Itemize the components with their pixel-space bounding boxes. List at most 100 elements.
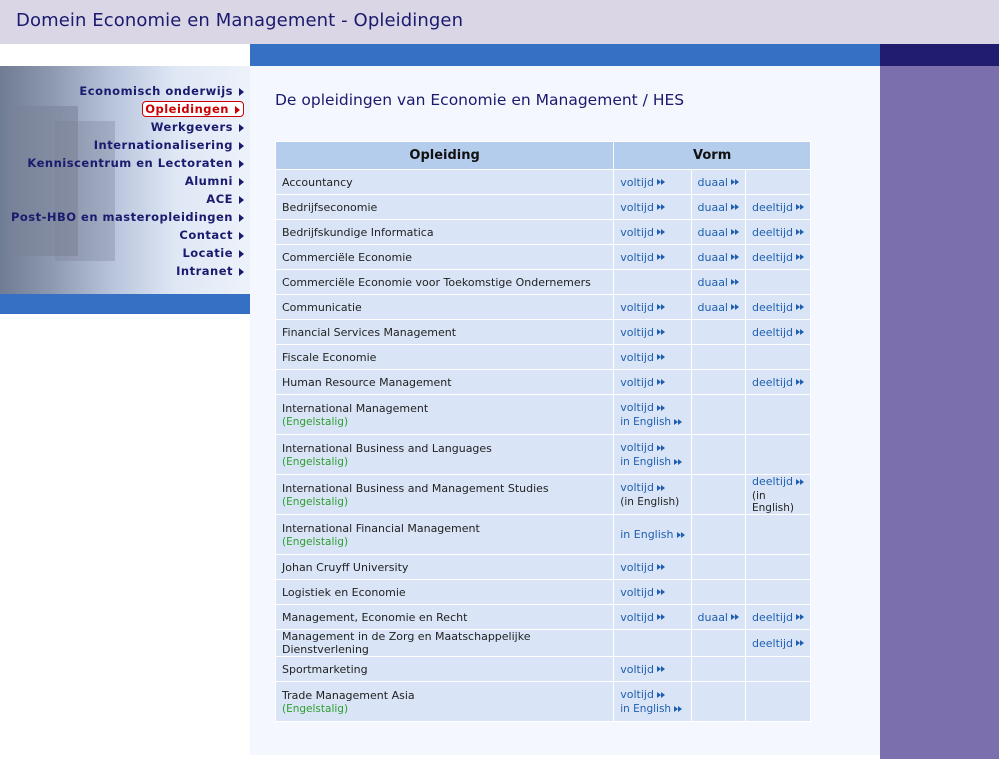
vorm-cell: deeltijd bbox=[745, 219, 811, 245]
programme-form-link[interactable]: duaal bbox=[697, 275, 739, 289]
table-row: Accountancy voltijd duaal bbox=[274, 169, 811, 195]
nav-item-post-hbo-en-masteropleidingen[interactable]: Post-HBO en masteropleidingen bbox=[11, 208, 244, 226]
nav-item-label: Intranet bbox=[176, 264, 233, 278]
programme-form-link[interactable]: duaal bbox=[698, 251, 739, 264]
sub-link-wrapper: in English bbox=[620, 703, 684, 715]
vorm-cell: voltijd bbox=[613, 219, 692, 245]
vorm-cell bbox=[690, 656, 746, 682]
programme-name-cell: Commerciële Economie voor Toekomstige On… bbox=[274, 269, 615, 295]
programme-form-link[interactable]: voltijd bbox=[620, 351, 665, 364]
vorm-cell: in English bbox=[613, 514, 692, 555]
link-label: voltijd bbox=[620, 225, 654, 239]
nav-item-intranet[interactable]: Intranet bbox=[11, 262, 244, 280]
programme-form-link[interactable]: duaal bbox=[697, 175, 739, 189]
vorm-cell bbox=[745, 394, 811, 435]
programme-form-link[interactable]: deeltijd bbox=[752, 251, 804, 264]
nav-item-pill: Kenniscentrum en Lectoraten bbox=[27, 156, 244, 170]
programme-form-link[interactable]: deeltijd bbox=[752, 611, 804, 624]
nav-item-pill: ACE bbox=[206, 192, 244, 206]
programme-name-cell: Fiscale Economie bbox=[274, 344, 615, 370]
double-chevron-right-icon bbox=[656, 614, 665, 621]
table-row: Financial Services Management voltijd deel… bbox=[274, 319, 811, 345]
link-label: deeltijd bbox=[752, 325, 793, 339]
page-title: De opleidingen van Economie en Managemen… bbox=[275, 91, 685, 109]
programme-form-link[interactable]: in English bbox=[620, 416, 683, 428]
nav-item-ace[interactable]: ACE bbox=[11, 190, 244, 208]
table-row: Commerciële Economie voltijd duaal deeltijd bbox=[274, 244, 811, 270]
vorm-cell: voltijd bbox=[613, 656, 692, 682]
programme-name-cell: International Financial Management (Engel… bbox=[274, 514, 615, 555]
nav-item-pill: Intranet bbox=[176, 264, 244, 278]
nav-item-pill: Internationalisering bbox=[94, 138, 244, 152]
programme-form-link[interactable]: deeltijd bbox=[752, 226, 804, 239]
programme-form-link[interactable]: voltijd bbox=[620, 688, 665, 701]
double-chevron-right-icon bbox=[656, 304, 665, 311]
programme-form-link[interactable]: voltijd bbox=[620, 376, 665, 389]
nav-item-pill: Alumni bbox=[185, 174, 244, 188]
nav-item-locatie[interactable]: Locatie bbox=[11, 244, 244, 262]
programme-form-link[interactable]: deeltijd bbox=[752, 475, 804, 488]
double-chevron-right-icon bbox=[656, 484, 665, 492]
programme-form-link[interactable]: voltijd bbox=[620, 326, 665, 339]
nav-item-label: Economisch onderwijs bbox=[79, 84, 233, 98]
nav-item-kenniscentrum-en-lectoraten[interactable]: Kenniscentrum en Lectoraten bbox=[11, 154, 244, 172]
nav-item-internationalisering[interactable]: Internationalisering bbox=[11, 136, 244, 154]
triangle-right-icon bbox=[235, 105, 240, 114]
nav-item-label: Werkgevers bbox=[150, 120, 233, 134]
programme-form-link[interactable]: duaal bbox=[698, 201, 739, 214]
link-label: duaal bbox=[697, 175, 729, 189]
right-purple-column bbox=[880, 66, 999, 759]
programme-form-link[interactable]: voltijd bbox=[620, 586, 665, 599]
programme-form-link[interactable]: deeltijd bbox=[752, 326, 804, 339]
programme-form-link[interactable]: voltijd bbox=[620, 663, 665, 676]
programme-form-link[interactable]: duaal bbox=[698, 611, 739, 624]
table-row: Management in de Zorg en Maatschappelijk… bbox=[274, 629, 811, 657]
programme-form-link[interactable]: in English bbox=[620, 528, 685, 541]
vorm-cell: duaal bbox=[690, 194, 746, 220]
double-chevron-right-icon bbox=[731, 254, 739, 261]
nav-item-alumni[interactable]: Alumni bbox=[11, 172, 244, 190]
nav-item-contact[interactable]: Contact bbox=[11, 226, 244, 244]
table-row: Johan Cruyff University voltijd bbox=[274, 554, 811, 580]
programme-form-link[interactable]: voltijd bbox=[620, 561, 665, 574]
link-label: voltijd bbox=[620, 610, 654, 624]
nav-item-opleidingen[interactable]: Opleidingen bbox=[11, 100, 244, 118]
double-chevron-right-icon bbox=[674, 705, 683, 713]
programme-form-link[interactable]: voltijd bbox=[620, 176, 665, 189]
nav-item-pill: Opleidingen bbox=[142, 101, 244, 117]
programme-form-link[interactable]: duaal bbox=[698, 226, 739, 239]
link-label: duaal bbox=[697, 275, 729, 289]
programme-form-link[interactable]: voltijd bbox=[620, 441, 665, 454]
nav-item-economisch-onderwijs[interactable]: Economisch onderwijs bbox=[11, 82, 244, 100]
nav-item-label: Opleidingen bbox=[145, 102, 229, 116]
programme-form-link[interactable]: voltijd bbox=[620, 301, 665, 314]
programme-form-link[interactable]: voltijd bbox=[620, 481, 665, 494]
table-row: International Financial Management (Engel… bbox=[274, 514, 811, 555]
double-chevron-right-icon bbox=[795, 379, 804, 386]
table-row: Fiscale Economie voltijd bbox=[274, 344, 811, 370]
programme-form-link[interactable]: deeltijd bbox=[752, 201, 804, 214]
vorm-cell: voltijd in English bbox=[613, 394, 692, 435]
programme-form-link[interactable]: deeltijd bbox=[752, 376, 804, 389]
link-label: voltijd bbox=[620, 401, 654, 414]
in-english-note: (in English) bbox=[620, 496, 680, 508]
nav-item-werkgevers[interactable]: Werkgevers bbox=[11, 118, 244, 136]
programme-form-link[interactable]: deeltijd bbox=[752, 301, 804, 314]
programme-name: Accountancy bbox=[282, 175, 353, 189]
programme-form-link[interactable]: voltijd bbox=[620, 611, 665, 624]
programme-form-link[interactable]: duaal bbox=[698, 301, 739, 314]
programme-form-link[interactable]: deeltijd bbox=[752, 637, 804, 650]
programme-name: Johan Cruyff University bbox=[282, 560, 409, 574]
site-title: Domein Economie en Management - Opleidin… bbox=[16, 10, 464, 31]
programme-form-link[interactable]: voltijd bbox=[620, 226, 665, 239]
programme-form-link[interactable]: in English bbox=[620, 703, 683, 715]
programme-form-link[interactable]: voltijd bbox=[620, 401, 665, 414]
double-chevron-right-icon bbox=[656, 229, 665, 236]
vorm-cell: deeltijd bbox=[745, 194, 811, 220]
vorm-cell bbox=[745, 344, 811, 370]
table-row: International Management (Engelstalig) vol… bbox=[274, 394, 811, 435]
column-header-opleiding: Opleiding bbox=[274, 141, 615, 170]
programme-form-link[interactable]: in English bbox=[620, 456, 683, 468]
programme-form-link[interactable]: voltijd bbox=[620, 251, 665, 264]
programme-form-link[interactable]: voltijd bbox=[620, 201, 665, 214]
